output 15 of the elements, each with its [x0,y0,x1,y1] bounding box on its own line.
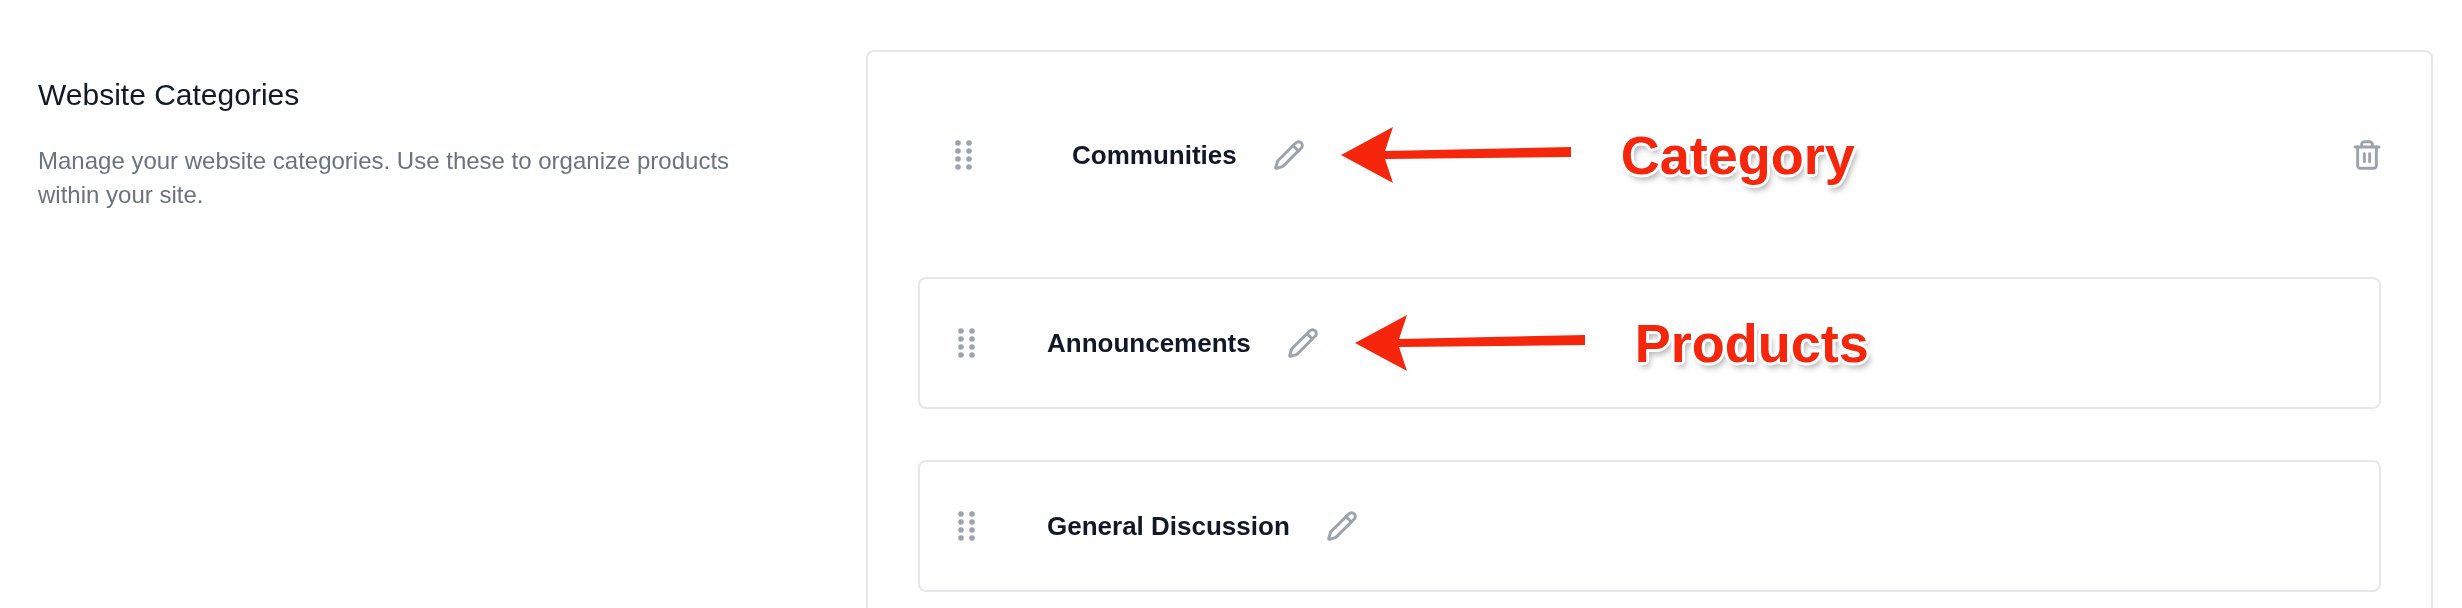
product-name: Announcements [1047,326,1251,360]
product-row[interactable]: General Discussion [918,460,2381,592]
section-description: Manage your website categories. Use these to organize products within your site. [38,145,731,210]
drag-handle-icon[interactable] [955,140,972,170]
drag-handle-icon[interactable] [958,511,975,541]
product-row[interactable]: Announcements Products [918,277,2381,409]
drag-handle-icon[interactable] [958,328,975,358]
product-name: General Discussion [1047,509,1290,543]
delete-icon[interactable] [2351,139,2383,171]
category-name: Communities [1072,138,1237,172]
edit-icon[interactable] [1325,510,1358,542]
edit-icon[interactable] [1286,327,1319,359]
edit-icon[interactable] [1272,139,1305,171]
section-title: Website Categories [38,77,301,113]
annotation-label: Products [1634,316,1869,370]
